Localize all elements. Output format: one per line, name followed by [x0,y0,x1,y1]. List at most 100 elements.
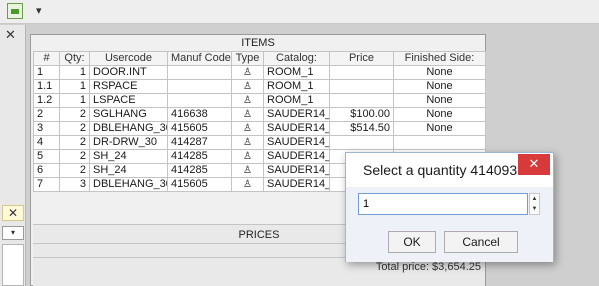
item-type-icon: ♙ [231,79,264,94]
dialog-close-button[interactable]: ✕ [518,154,550,175]
table-cell-usercode: DBLEHANG_30 [89,121,168,136]
table-cell-catalog: ROOM_1 [263,93,330,108]
table-cell-catalog: SAUDER14_3 [263,149,330,164]
table-cell-manuf [167,79,232,94]
quantity-stepper[interactable]: ▲ ▼ [529,193,540,215]
table-cell-finished: None [393,79,486,94]
column-header[interactable]: Manuf Code [167,51,232,66]
table-cell-finished: None [393,65,486,80]
table-cell-usercode: LSPACE [89,93,168,108]
column-header[interactable]: # [33,51,60,66]
chevron-down-icon[interactable]: ▾ [2,226,24,240]
table-cell-qty: 3 [59,177,90,192]
table-cell-num: 6 [33,163,60,178]
table-cell-qty: 2 [59,121,90,136]
table-cell-catalog: SAUDER14_3 [263,135,330,150]
table-cell-price [329,93,394,108]
column-header[interactable]: Type [231,51,264,66]
table-row[interactable]: 42DR-DRW_30414287♙SAUDER14_3 [33,135,486,150]
item-type-icon: ♙ [231,93,264,108]
table-cell-price [329,65,394,80]
dialog-body: ▲ ▼ OK Cancel [346,187,553,262]
window-icon[interactable] [7,3,23,19]
table-cell-price [329,79,394,94]
table-row[interactable]: 32DBLEHANG_30415605♙SAUDER14_3$514.50Non… [33,121,486,136]
column-header[interactable]: Catalog: [263,51,330,66]
table-cell-catalog: SAUDER14_3 [263,121,330,136]
table-cell-num: 1 [33,65,60,80]
column-header[interactable]: Qty: [59,51,90,66]
total-price: Total price: $3,654.25 [375,261,481,273]
table-cell-catalog: SAUDER14_3 [263,177,330,192]
items-section-title: ITEMS [241,37,275,49]
ok-button[interactable]: OK [388,231,436,253]
toolbar: ▾ [0,0,599,24]
chevron-down-icon[interactable]: ▼ [530,204,539,214]
table-cell-num: 5 [33,149,60,164]
item-type-icon: ♙ [231,135,264,150]
table-cell-qty: 2 [59,107,90,122]
table-cell-finished: None [393,107,486,122]
table-cell-price [329,135,394,150]
item-type-icon: ♙ [231,163,264,178]
left-pane-box [2,244,24,286]
table-cell-usercode: DOOR.INT [89,65,168,80]
table-cell-usercode: SH_24 [89,149,168,164]
toolbar-dropdown-icon[interactable]: ▾ [36,4,42,17]
table-row[interactable]: 1.2 1 LSPACE ♙ ROOM_1 None [33,93,486,108]
column-header[interactable]: Usercode [89,51,168,66]
table-cell-price: $514.50 [329,121,394,136]
item-type-icon: ♙ [231,149,264,164]
table-cell-num: 2 [33,107,60,122]
table-cell-catalog: SAUDER14_3 [263,163,330,178]
column-header[interactable]: Finished Side: [393,51,486,66]
table-cell-num: 1.1 [33,79,60,94]
table-cell-manuf: 416638 [167,107,232,122]
table-cell-num: 3 [33,121,60,136]
table-cell-qty: 2 [59,135,90,150]
table-cell-catalog: ROOM_1 [263,65,330,80]
table-cell-manuf [167,93,232,108]
table-header-row: # Qty: Usercode Manuf Code Type Catalog: Price… [33,51,486,66]
cancel-button[interactable]: Cancel [444,231,518,253]
table-row[interactable]: 1.1 1 RSPACE ♙ ROOM_1 None [33,79,486,94]
table-cell-catalog: ROOM_1 [263,79,330,94]
table-cell-num: 4 [33,135,60,150]
table-cell-qty: 2 [59,163,90,178]
table-cell-finished: None [393,121,486,136]
table-cell-usercode: DBLEHANG_30 [89,177,168,192]
table-cell-manuf: 414287 [167,135,232,150]
quantity-input[interactable] [358,193,528,215]
dialog-title: Select a quantity 414093 [363,162,518,178]
table-cell-usercode: SGLHANG [89,107,168,122]
item-type-icon: ♙ [231,177,264,192]
table-cell-qty: 2 [59,149,90,164]
column-header[interactable]: Price [329,51,394,66]
table-cell-price: $100.00 [329,107,394,122]
table-cell-manuf: 414285 [167,163,232,178]
table-cell-qty: 1 [59,79,90,94]
table-cell-manuf: 415605 [167,121,232,136]
table-cell-qty: 1 [59,65,90,80]
table-cell-manuf [167,65,232,80]
close-icon[interactable]: ✕ [2,205,24,221]
chevron-up-icon[interactable]: ▲ [530,194,539,204]
dialog-titlebar: Select a quantity 414093 ✕ [346,153,553,187]
table-cell-finished [393,135,486,150]
table-row[interactable]: 1 1 DOOR.INT ♙ ROOM_1 None [33,65,486,80]
table-cell-num: 1.2 [33,93,60,108]
table-row[interactable]: 22SGLHANG416638♙SAUDER14_3$100.00None [33,107,486,122]
table-cell-manuf: 414285 [167,149,232,164]
table-cell-manuf: 415605 [167,177,232,192]
item-type-icon: ♙ [231,121,264,136]
item-type-icon: ♙ [231,107,264,122]
table-cell-finished: None [393,93,486,108]
table-cell-usercode: DR-DRW_30 [89,135,168,150]
table-cell-qty: 1 [59,93,90,108]
table-cell-catalog: SAUDER14_3 [263,107,330,122]
table-cell-usercode: RSPACE [89,79,168,94]
item-type-icon: ♙ [231,65,264,80]
close-icon[interactable]: ✕ [5,27,16,43]
quantity-dialog: Select a quantity 414093 ✕ ▲ ▼ OK Cancel [345,152,554,262]
table-cell-num: 7 [33,177,60,192]
